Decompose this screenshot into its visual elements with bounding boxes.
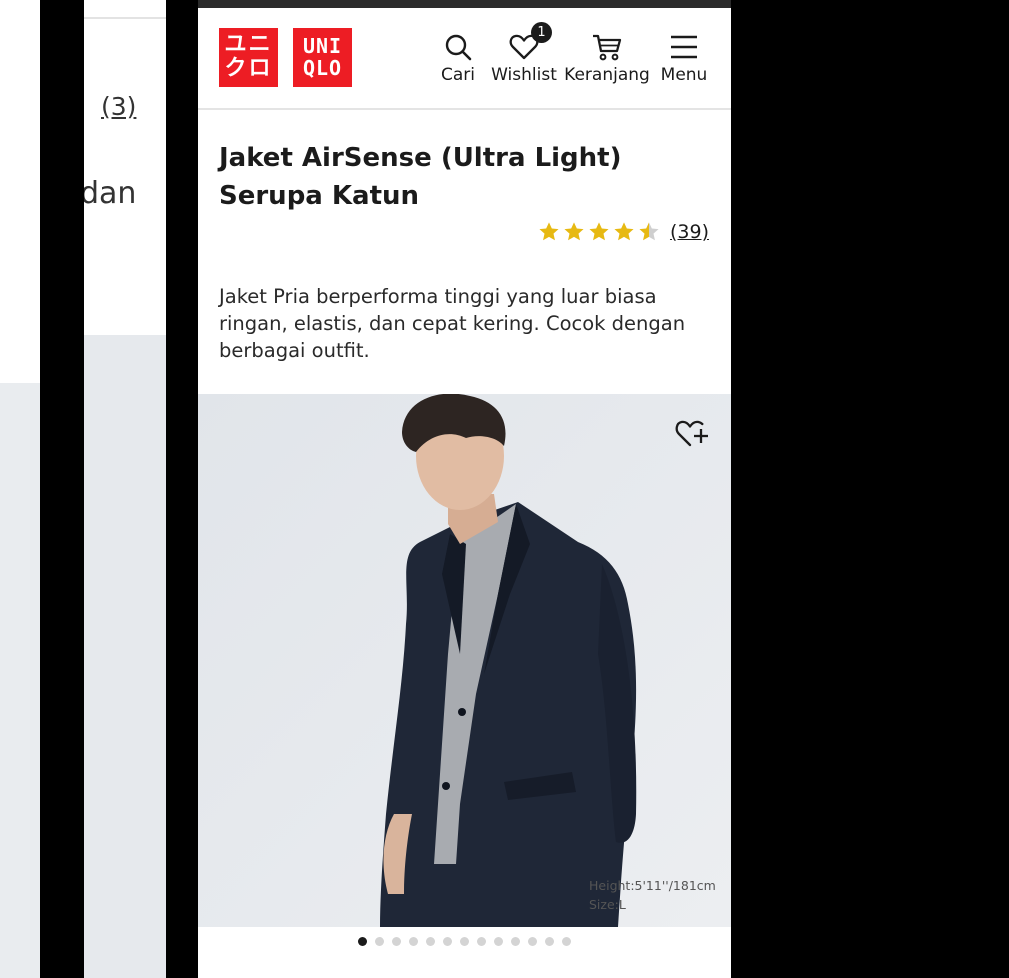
logo-katakana-bottom: クロ	[224, 56, 273, 81]
carousel-dot[interactable]	[426, 937, 435, 946]
product-image[interactable]: Height:5'11''/181cm Size:L	[198, 394, 731, 927]
carousel-dot[interactable]	[409, 937, 418, 946]
cart-label: Keranjang	[564, 65, 650, 85]
star-icon	[564, 222, 584, 241]
star-icon	[539, 222, 559, 241]
model-size: Size:L	[589, 897, 626, 912]
model-height: Height:5'11''/181cm	[589, 878, 716, 893]
search-label: Cari	[441, 65, 475, 85]
top-header: ユニ クロ UNI QLO Cari 1 Wishlist Keranjang	[198, 8, 731, 110]
status-strip	[198, 0, 731, 8]
review-count-link[interactable]: (39)	[670, 221, 709, 243]
menu-label: Menu	[660, 65, 708, 85]
cart-button[interactable]: Keranjang	[564, 30, 650, 85]
menu-button[interactable]: Menu	[654, 30, 714, 85]
logo-katakana-top: ユニ	[224, 32, 273, 57]
product-description: Jaket Pria berperforma tinggi yang luar …	[219, 285, 686, 362]
wishlist-count-badge: 1	[531, 22, 552, 43]
uniqlo-logo-latin[interactable]: UNI QLO	[293, 28, 352, 87]
carousel-dot[interactable]	[358, 937, 367, 946]
carousel-dot[interactable]	[375, 937, 384, 946]
previous-card-review-count: (3)	[101, 92, 137, 121]
logo-latin-top: UNI	[302, 34, 343, 58]
previous-card-text: dan	[84, 176, 137, 211]
carousel-dot[interactable]	[528, 937, 537, 946]
background-left-panel	[0, 0, 40, 383]
carousel-dot[interactable]	[443, 937, 452, 946]
carousel-dot[interactable]	[545, 937, 554, 946]
search-button[interactable]: Cari	[436, 30, 480, 85]
add-to-wishlist-button[interactable]	[672, 413, 712, 453]
previous-card-top	[84, 0, 166, 335]
background-left-panel-lower	[0, 383, 40, 978]
search-icon	[436, 30, 480, 64]
carousel-dot[interactable]	[392, 937, 401, 946]
wishlist-label: Wishlist	[491, 65, 557, 85]
star-icon	[614, 222, 634, 241]
carousel-dot[interactable]	[562, 937, 571, 946]
hamburger-menu-icon	[654, 30, 714, 64]
product-rating[interactable]: (39)	[538, 221, 709, 243]
model-info: Height:5'11''/181cm Size:L	[589, 876, 716, 914]
carousel-indicator	[198, 937, 731, 946]
carousel-dot[interactable]	[494, 937, 503, 946]
uniqlo-app: ユニ クロ UNI QLO Cari 1 Wishlist Keranjang	[198, 0, 731, 978]
wishlist-button[interactable]: 1 Wishlist	[485, 22, 563, 85]
cart-icon	[564, 30, 650, 64]
product-title: Jaket AirSense (Ultra Light) Serupa Katu…	[219, 143, 622, 211]
uniqlo-logo-katakana[interactable]: ユニ クロ	[219, 28, 278, 87]
carousel-dot[interactable]	[460, 937, 469, 946]
previous-card-divider	[84, 17, 166, 19]
star-icon	[639, 222, 659, 241]
heart-plus-icon	[675, 420, 708, 447]
star-rating	[538, 221, 660, 243]
heart-icon: 1	[485, 22, 563, 64]
model-photo-illustration	[198, 394, 731, 927]
star-icon	[589, 222, 609, 241]
previous-app-card[interactable]: (3) dan	[84, 0, 166, 978]
carousel-dot[interactable]	[477, 937, 486, 946]
logo-latin-bottom: QLO	[302, 56, 343, 80]
carousel-dot[interactable]	[511, 937, 520, 946]
